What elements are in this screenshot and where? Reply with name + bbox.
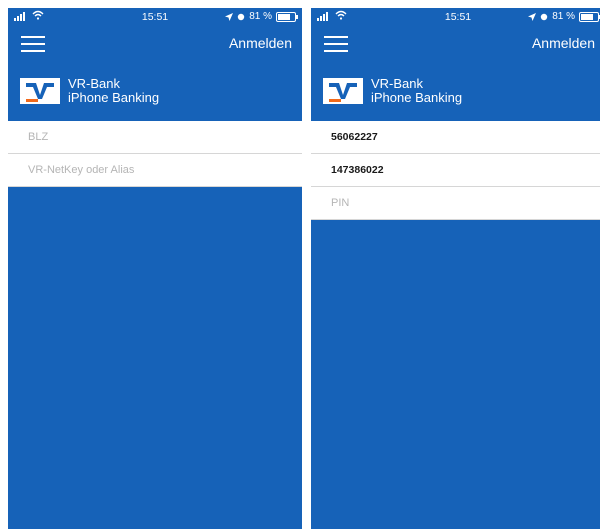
location-icon — [528, 12, 537, 21]
nav-bar: Anmelden — [8, 30, 302, 58]
battery-percent: 81 % — [552, 11, 575, 22]
nav-bar: Anmelden — [311, 30, 600, 58]
app-name: iPhone Banking — [371, 90, 463, 105]
brand-header: VR-Bank iPhone Banking — [20, 74, 159, 108]
app-name: iPhone Banking — [68, 90, 160, 105]
status-bar: 15:51 81 % — [311, 8, 600, 26]
location-icon — [225, 12, 234, 21]
brand-name: VR-Bank — [68, 76, 121, 91]
login-button[interactable]: Anmelden — [229, 35, 292, 51]
blz-field[interactable]: 56062227 — [311, 121, 600, 154]
netkey-field[interactable]: VR-NetKey oder Alias — [8, 154, 302, 187]
battery-icon — [276, 11, 298, 22]
battery-percent: 81 % — [249, 11, 272, 22]
alarm-icon — [541, 13, 548, 20]
volksbank-logo — [323, 78, 363, 104]
login-button[interactable]: Anmelden — [532, 35, 595, 51]
phone-screen-right: 15:51 81 % Anmelden VR-Bank iPhone Banki… — [311, 8, 600, 529]
battery-icon — [579, 11, 600, 22]
phone-screen-left: 15:51 81 % Anmelden VR-Bank iPhone Banki… — [8, 8, 302, 529]
volksbank-logo — [20, 78, 60, 104]
brand-header: VR-Bank iPhone Banking — [323, 74, 462, 108]
login-form: 56062227 147386022 PIN — [311, 121, 600, 220]
login-form: BLZ VR-NetKey oder Alias — [8, 121, 302, 187]
brand-name: VR-Bank — [371, 76, 424, 91]
alarm-icon — [238, 13, 245, 20]
status-bar: 15:51 81 % — [8, 8, 302, 26]
pin-field[interactable]: PIN — [311, 187, 600, 220]
hamburger-icon[interactable] — [21, 36, 45, 52]
hamburger-icon[interactable] — [324, 36, 348, 52]
netkey-field[interactable]: 147386022 — [311, 154, 600, 187]
blz-field[interactable]: BLZ — [8, 121, 302, 154]
